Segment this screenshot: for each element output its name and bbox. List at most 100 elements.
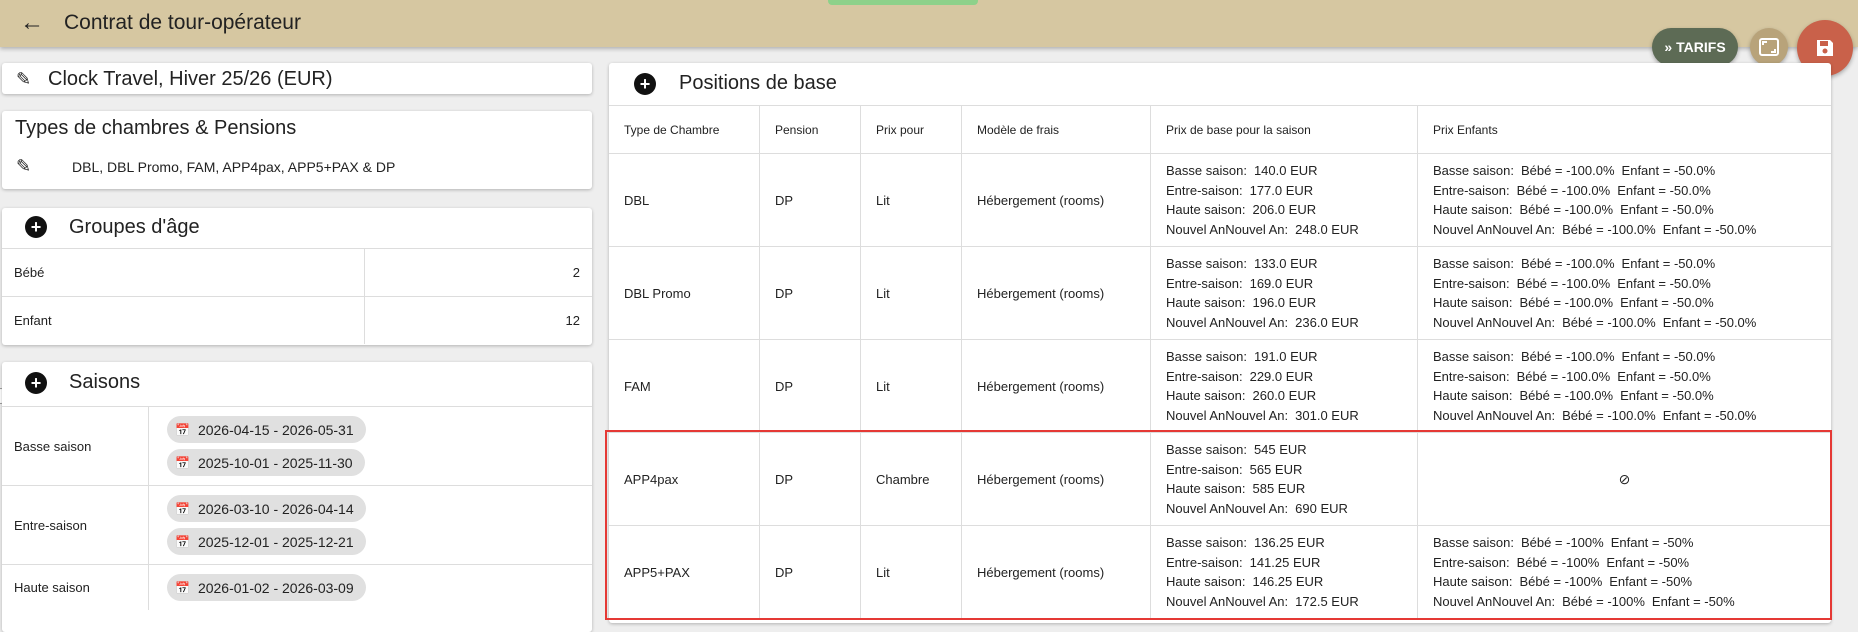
infant-discount: Bébé = -100.0% — [1562, 314, 1656, 330]
price-line: Haute saison: 206.0 EUR — [1166, 200, 1402, 220]
column-header: Pension — [759, 105, 861, 154]
table-row[interactable]: DBL Promo DP Lit Hébergement (rooms) Basse s… — [609, 246, 1831, 340]
season-name: Haute saison: — [1433, 295, 1513, 310]
price-value: 177.0 EUR — [1249, 182, 1314, 198]
season-name: Entre-saison: — [1166, 461, 1243, 477]
table-row[interactable]: Enfant 12 — [2, 296, 592, 344]
child-discount: Enfant = -50.0% — [1621, 256, 1716, 271]
child-discount: Enfant = -50.0% — [1620, 202, 1714, 217]
price-value: 229.0 EUR — [1249, 368, 1314, 384]
season-name: Basse saison: — [1166, 349, 1247, 364]
season-name: Basse saison: — [1433, 256, 1514, 271]
child-prices-cell: Basse saison: Bébé = -100.0% Enfant = -50.… — [1417, 153, 1831, 247]
date-range-chip[interactable]: 📅 2025-10-01 - 2025-11-30 — [167, 449, 365, 476]
table-row[interactable]: FAM DP Lit Hébergement (rooms) Basse saison:… — [609, 339, 1831, 433]
pension-cell: DP — [759, 246, 861, 340]
seasons-title: Saisons — [69, 371, 141, 393]
child-price-line: Nouvel AnNouvel An: Bébé = -100.0% Enfant … — [1433, 313, 1816, 333]
child-price-line: Basse saison: Bébé = -100.0% Enfant = -50.… — [1433, 254, 1816, 274]
season-name: Entre-saison: — [1433, 182, 1510, 198]
table-row[interactable]: APP5+PAX DP Lit Hébergement (rooms) Basse sa… — [609, 525, 1831, 618]
pension-cell: DP — [759, 432, 861, 526]
price-line: Basse saison: 140.0 EUR — [1166, 161, 1402, 181]
date-range-chip[interactable]: 📅 2026-04-15 - 2026-05-31 — [167, 416, 366, 443]
age-group-value: 12 — [364, 296, 592, 344]
season-row[interactable]: Basse saison 📅 2026-04-15 - 2026-05-31 📅 202… — [2, 406, 592, 485]
arrow-left-icon[interactable]: ← — [18, 9, 46, 37]
child-price-line: Basse saison: Bébé = -100% Enfant = -50% — [1433, 533, 1816, 553]
edit-pencil-icon[interactable]: ✎ — [16, 69, 31, 90]
edit-pencil-icon[interactable]: ✎ — [16, 156, 31, 177]
price-line: Basse saison: 545 EUR — [1166, 440, 1402, 460]
age-groups-card: + Groupes d'âge Bébé 2 Enfant 12 — [2, 208, 592, 345]
base-prices-cell: Basse saison: 133.0 EUR Entre-saison: 169.0… — [1150, 246, 1418, 340]
price-for-cell: Chambre — [860, 432, 962, 526]
child-prices-cell: Basse saison: Bébé = -100% Enfant = -50% En… — [1417, 525, 1831, 618]
add-circle-icon[interactable]: + — [25, 372, 47, 394]
infant-discount: Bébé = -100.0% — [1516, 182, 1611, 198]
season-name: Nouvel AnNouvel An: — [1433, 314, 1556, 330]
child-discount: Enfant = -50% — [1606, 554, 1690, 570]
fullscreen-button[interactable] — [1750, 28, 1788, 66]
season-name: Nouvel AnNouvel An: — [1433, 221, 1556, 237]
pension-cell: DP — [759, 153, 861, 247]
price-value: 191.0 EUR — [1253, 349, 1318, 364]
date-range-chip[interactable]: 📅 2026-01-02 - 2026-03-09 — [167, 574, 366, 601]
price-value: 141.25 EUR — [1249, 554, 1321, 570]
price-for-cell: Lit — [860, 246, 962, 340]
child-price-line: Entre-saison: Bébé = -100.0% Enfant = -50.… — [1433, 181, 1816, 201]
no-child-prices-cell: ⊘ — [1417, 432, 1831, 526]
season-name: Haute saison: — [1433, 202, 1513, 217]
price-line: Nouvel AnNouvel An: 248.0 EUR — [1166, 220, 1402, 240]
room-types-card: Types de chambres & Pensions ✎ DBL, DBL … — [2, 111, 592, 189]
price-value: 196.0 EUR — [1252, 295, 1317, 310]
child-discount: Enfant = -50.0% — [1662, 314, 1757, 330]
season-name: Haute saison: — [1166, 481, 1246, 496]
contract-name: Clock Travel, Hiver 25/26 (EUR) — [48, 68, 333, 90]
table-row[interactable]: Bébé 2 — [2, 248, 592, 297]
child-discount: Enfant = -50.0% — [1662, 407, 1757, 423]
pension-cell: DP — [759, 339, 861, 433]
season-name: Basse saison: — [1166, 442, 1247, 457]
season-name: Nouvel AnNouvel An: — [1433, 593, 1556, 609]
add-circle-icon[interactable]: + — [634, 73, 656, 95]
price-line: Haute saison: 146.25 EUR — [1166, 572, 1402, 592]
age-group-label: Bébé — [2, 248, 365, 297]
calendar-icon: 📅 — [175, 534, 190, 549]
room-types-title: Types de chambres & Pensions — [15, 117, 297, 139]
season-name: Entre-saison: — [1433, 554, 1510, 570]
price-value: 136.25 EUR — [1253, 535, 1325, 550]
child-discount: Enfant = -50.0% — [1621, 163, 1716, 178]
table-row[interactable]: APP4pax DP Chambre Hébergement (rooms) Basse… — [609, 432, 1831, 526]
child-price-line: Haute saison: Bébé = -100.0% Enfant = -50.… — [1433, 386, 1816, 406]
season-name: Basse saison: — [1166, 535, 1247, 550]
price-line: Basse saison: 191.0 EUR — [1166, 347, 1402, 367]
save-icon — [1817, 40, 1833, 56]
tarifs-button[interactable]: » TARIFS — [1652, 28, 1738, 66]
price-line: Entre-saison: 229.0 EUR — [1166, 367, 1402, 387]
season-row[interactable]: Haute saison 📅 2026-01-02 - 2026-03-09 — [2, 564, 592, 610]
infant-discount: Bébé = -100.0% — [1516, 275, 1611, 291]
base-prices-cell: Basse saison: 140.0 EUR Entre-saison: 177.0… — [1150, 153, 1418, 247]
base-positions-table: Type de Chambre Pension Prix pour Modèle… — [609, 105, 1831, 618]
child-price-line: Entre-saison: Bébé = -100.0% Enfant = -50.… — [1433, 274, 1816, 294]
infant-discount: Bébé = -100.0% — [1519, 295, 1614, 310]
child-discount: Enfant = -50% — [1651, 593, 1735, 609]
infant-discount: Bébé = -100.0% — [1520, 163, 1615, 178]
season-row[interactable]: Entre-saison 📅 2026-03-10 - 2026-04-14 📅 202… — [2, 485, 592, 564]
season-name: Entre-saison: — [1166, 368, 1243, 384]
base-prices-cell: Basse saison: 545 EUR Entre-saison: 565 EUR… — [1150, 432, 1418, 526]
price-line: Haute saison: 585 EUR — [1166, 479, 1402, 499]
date-range-chip[interactable]: 📅 2025-12-01 - 2025-12-21 — [167, 528, 366, 555]
date-range-chip[interactable]: 📅 2026-03-10 - 2026-04-14 — [167, 495, 366, 522]
season-name: Entre-saison: — [1166, 182, 1243, 198]
child-discount: Enfant = -50.0% — [1620, 388, 1714, 403]
price-line: Nouvel AnNouvel An: 301.0 EUR — [1166, 406, 1402, 426]
calendar-icon: 📅 — [175, 422, 190, 437]
season-name: Nouvel AnNouvel An: — [1166, 407, 1289, 423]
chip-wrapper: 📅 2025-10-01 - 2025-11-30 — [167, 446, 592, 479]
pension-cell: DP — [759, 525, 861, 618]
season-name: Haute saison: — [1166, 202, 1246, 217]
add-circle-icon[interactable]: + — [25, 216, 47, 238]
table-row[interactable]: DBL DP Lit Hébergement (rooms) Basse saison:… — [609, 153, 1831, 247]
